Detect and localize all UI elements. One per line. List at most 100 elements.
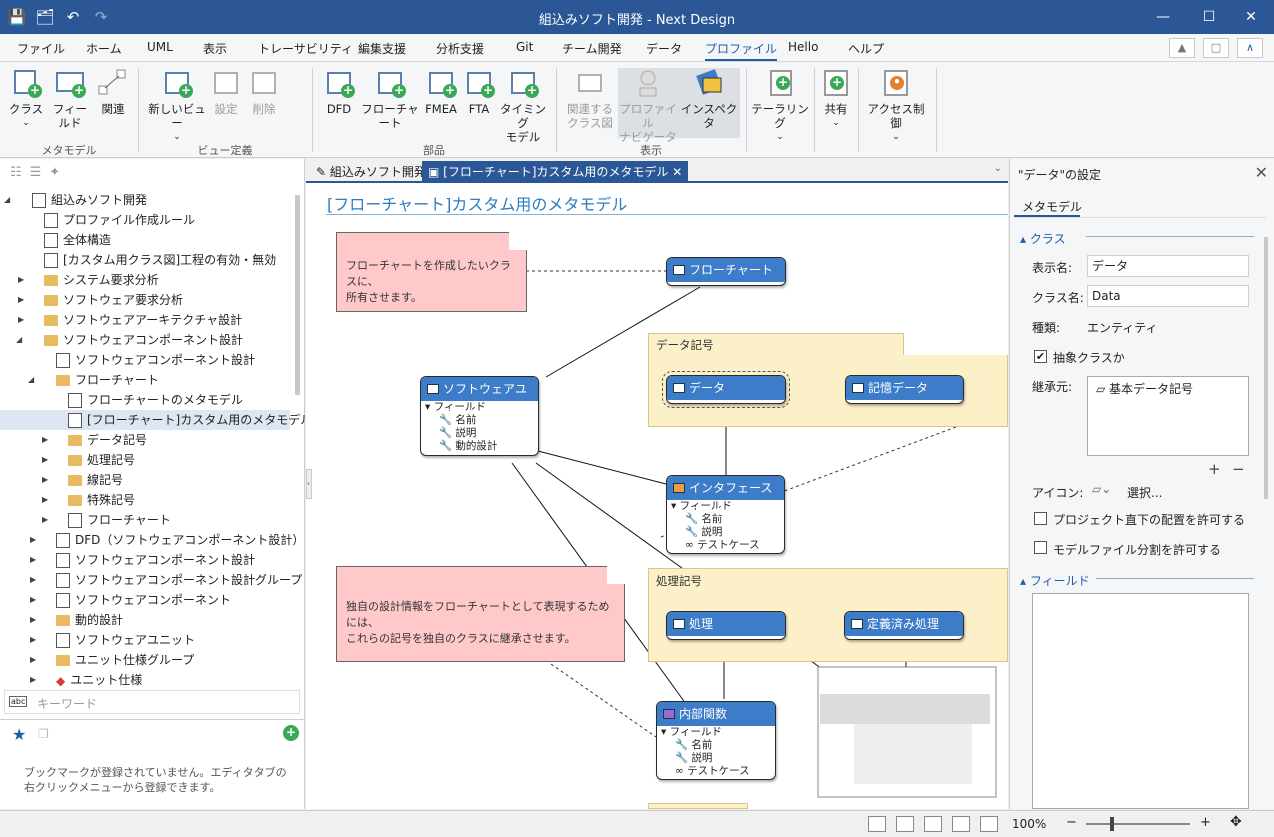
expand-arrow-icon[interactable]: ▶: [30, 630, 36, 650]
comment-icon[interactable]: □: [1203, 38, 1229, 58]
minimize-button[interactable]: —: [1140, 0, 1186, 34]
fta-button[interactable]: + FTA: [460, 68, 498, 116]
tab-metamodel[interactable]: メタモデル: [1022, 198, 1082, 215]
access-control-button[interactable]: • アクセス制御 ⌄: [862, 68, 930, 144]
dfd-button[interactable]: + DFD: [320, 68, 358, 116]
close-window-button[interactable]: ✕: [1228, 0, 1274, 34]
class-internal-function[interactable]: 内部関数 ▾ フィールド 🔧 名前 🔧 説明 ∞ テストケース: [656, 701, 776, 780]
fit-to-window-icon[interactable]: ✥: [1230, 814, 1242, 830]
expand-arrow-icon[interactable]: ▶: [18, 310, 24, 330]
expand-arrow-icon[interactable]: ▶: [30, 610, 36, 630]
tree-item[interactable]: ▶ 動的設計: [0, 610, 290, 630]
collapse-arrow-icon[interactable]: ◢: [16, 330, 22, 350]
allow-split-checkbox[interactable]: [1034, 541, 1047, 554]
layout-icon-1[interactable]: [868, 816, 886, 832]
tree-item[interactable]: ▶ ソフトウェアコンポーネント設計グループ: [0, 570, 302, 590]
tree-item[interactable]: ▶ DFD（ソフトウェアコンポーネント設計）: [0, 530, 304, 550]
layout-icon-5[interactable]: [980, 816, 998, 832]
properties-scrollbar[interactable]: [1264, 237, 1268, 499]
tree-item[interactable]: 全体構造: [0, 230, 290, 250]
inspector-button[interactable]: インスペクタ: [678, 68, 740, 138]
tree-item[interactable]: ▶ ソフトウェア要求分析: [0, 290, 290, 310]
expand-arrow-icon[interactable]: ▶: [42, 450, 48, 470]
left-panel-collapse-handle[interactable]: ‹: [306, 469, 312, 499]
note-inherit-symbols[interactable]: 独自の設計情報をフローチャートとして表現するためには、 これらの記号を独自のクラス…: [336, 566, 625, 662]
menu-git[interactable]: Git: [516, 40, 533, 54]
expand-arrow-icon[interactable]: ▶: [42, 510, 48, 530]
tree-item[interactable]: ▶ 線記号: [0, 470, 290, 490]
layout-icon-4[interactable]: [952, 816, 970, 832]
section-field[interactable]: ▴ フィールド: [1020, 572, 1090, 589]
keyword-search[interactable]: abc キーワード: [4, 690, 300, 714]
class-name-input[interactable]: Data: [1087, 285, 1249, 307]
expand-arrow-icon[interactable]: ▶: [42, 470, 48, 490]
tree-item[interactable]: ▶ ◆ ユニット仕様: [0, 670, 290, 690]
collapse-arrow-icon[interactable]: ◢: [28, 370, 34, 390]
icon-select-link[interactable]: 選択...: [1127, 484, 1162, 501]
tree-item[interactable]: ▶ ソフトウェアコンポーネント: [0, 590, 290, 610]
zoom-out-icon[interactable]: −: [1066, 815, 1077, 830]
zoom-slider-thumb[interactable]: [1110, 817, 1114, 831]
fmea-button[interactable]: + FMEA: [422, 68, 460, 116]
maximize-button[interactable]: ☐: [1186, 0, 1232, 34]
tree-item[interactable]: ▶ ソフトウェアアーキテクチャ設計: [0, 310, 290, 330]
delete-button[interactable]: 削除: [246, 68, 282, 116]
tree-item[interactable]: ▶ ソフトウェアコンポーネント設計: [0, 550, 290, 570]
timing-model-button[interactable]: + タイミング モデル: [498, 68, 548, 144]
zoom-slider[interactable]: [1086, 823, 1190, 825]
menu-file[interactable]: ファイル: [17, 40, 65, 57]
add-bookmark-icon[interactable]: +: [283, 725, 299, 741]
new-view-button[interactable]: + 新しいビュー ⌄: [146, 68, 208, 144]
close-panel-icon[interactable]: ✕: [1255, 163, 1268, 182]
class-storage-data[interactable]: 記憶データ: [845, 375, 964, 404]
layout-icon-2[interactable]: [896, 816, 914, 832]
flowchart-button[interactable]: + フローチャート: [358, 68, 422, 130]
add-inherit-icon[interactable]: +: [1208, 460, 1221, 478]
menu-team[interactable]: チーム開発: [562, 40, 622, 57]
settings-button[interactable]: 設定: [208, 68, 244, 116]
expand-arrow-icon[interactable]: ▶: [30, 530, 36, 550]
class-process[interactable]: 処理: [666, 611, 786, 640]
menu-view[interactable]: 表示: [203, 40, 227, 57]
tree-item[interactable]: ◢ フローチャート: [0, 370, 290, 390]
menu-traceability[interactable]: トレーサビリティ: [258, 40, 353, 57]
icon-picker[interactable]: ▱⌄: [1092, 482, 1111, 496]
allow-root-checkbox[interactable]: [1034, 512, 1047, 525]
menu-help[interactable]: ヘルプ: [848, 40, 884, 57]
section-class[interactable]: ▴ クラス: [1020, 230, 1066, 247]
remove-inherit-icon[interactable]: −: [1232, 460, 1245, 478]
menu-analysis[interactable]: 分析支援: [436, 40, 484, 57]
zoom-in-icon[interactable]: +: [1200, 815, 1211, 830]
expand-arrow-icon[interactable]: ▶: [42, 430, 48, 450]
inherit-item[interactable]: ▱ 基本データ記号: [1096, 380, 1193, 397]
collapse-arrow-icon[interactable]: ◢: [4, 190, 10, 210]
layout-icon-3[interactable]: [924, 816, 942, 832]
tree-item[interactable]: ◢ ソフトウェアコンポーネント設計: [0, 330, 290, 350]
menu-edit-support[interactable]: 編集支援: [358, 40, 406, 57]
expand-arrow-icon[interactable]: ▶: [18, 290, 24, 310]
tree-item[interactable]: ◢ 組込みソフト開発: [0, 190, 290, 210]
user-icon[interactable]: ▲: [1169, 38, 1195, 58]
tree-item[interactable]: [カスタム用クラス図]工程の有効・無効: [0, 250, 290, 270]
tree-item[interactable]: ▶ ユニット仕様グループ: [0, 650, 290, 670]
bookmark-star-icon[interactable]: ★: [12, 725, 26, 744]
tree-item[interactable]: ▶ ソフトウェアユニット: [0, 630, 290, 650]
related-class-diagram-button[interactable]: 関連する クラス図: [562, 68, 618, 130]
menu-data[interactable]: データ: [646, 40, 682, 57]
display-name-input[interactable]: データ: [1087, 255, 1249, 277]
navigator-toolbar-icons[interactable]: ☷☰✦: [10, 165, 68, 180]
expand-arrow-icon[interactable]: ▶: [30, 650, 36, 670]
class-software-unit[interactable]: ソフトウェアユニット ▾ フィールド🔧 名前🔧 説明🔧 動的設計: [420, 376, 539, 456]
class-interface-data[interactable]: インタフェースデータ ▾ フィールド🔧 名前🔧 説明∞ テストケース: [666, 475, 785, 554]
tree-item[interactable]: ソフトウェアコンポーネント設計: [0, 350, 290, 370]
relation-button[interactable]: 関連: [96, 68, 130, 116]
menu-uml[interactable]: UML: [147, 40, 173, 54]
tree-item[interactable]: ▶ システム要求分析: [0, 270, 290, 290]
expand-arrow-icon[interactable]: ▶: [30, 590, 36, 610]
class-button[interactable]: + クラス ⌄: [6, 68, 46, 130]
tree-item[interactable]: フローチャートのメタモデル: [0, 390, 290, 410]
menu-hello[interactable]: Hello: [788, 40, 818, 54]
expand-arrow-icon[interactable]: ▶: [30, 570, 36, 590]
expand-arrow-icon[interactable]: ▶: [30, 670, 36, 690]
tree-scrollbar[interactable]: [295, 195, 300, 395]
